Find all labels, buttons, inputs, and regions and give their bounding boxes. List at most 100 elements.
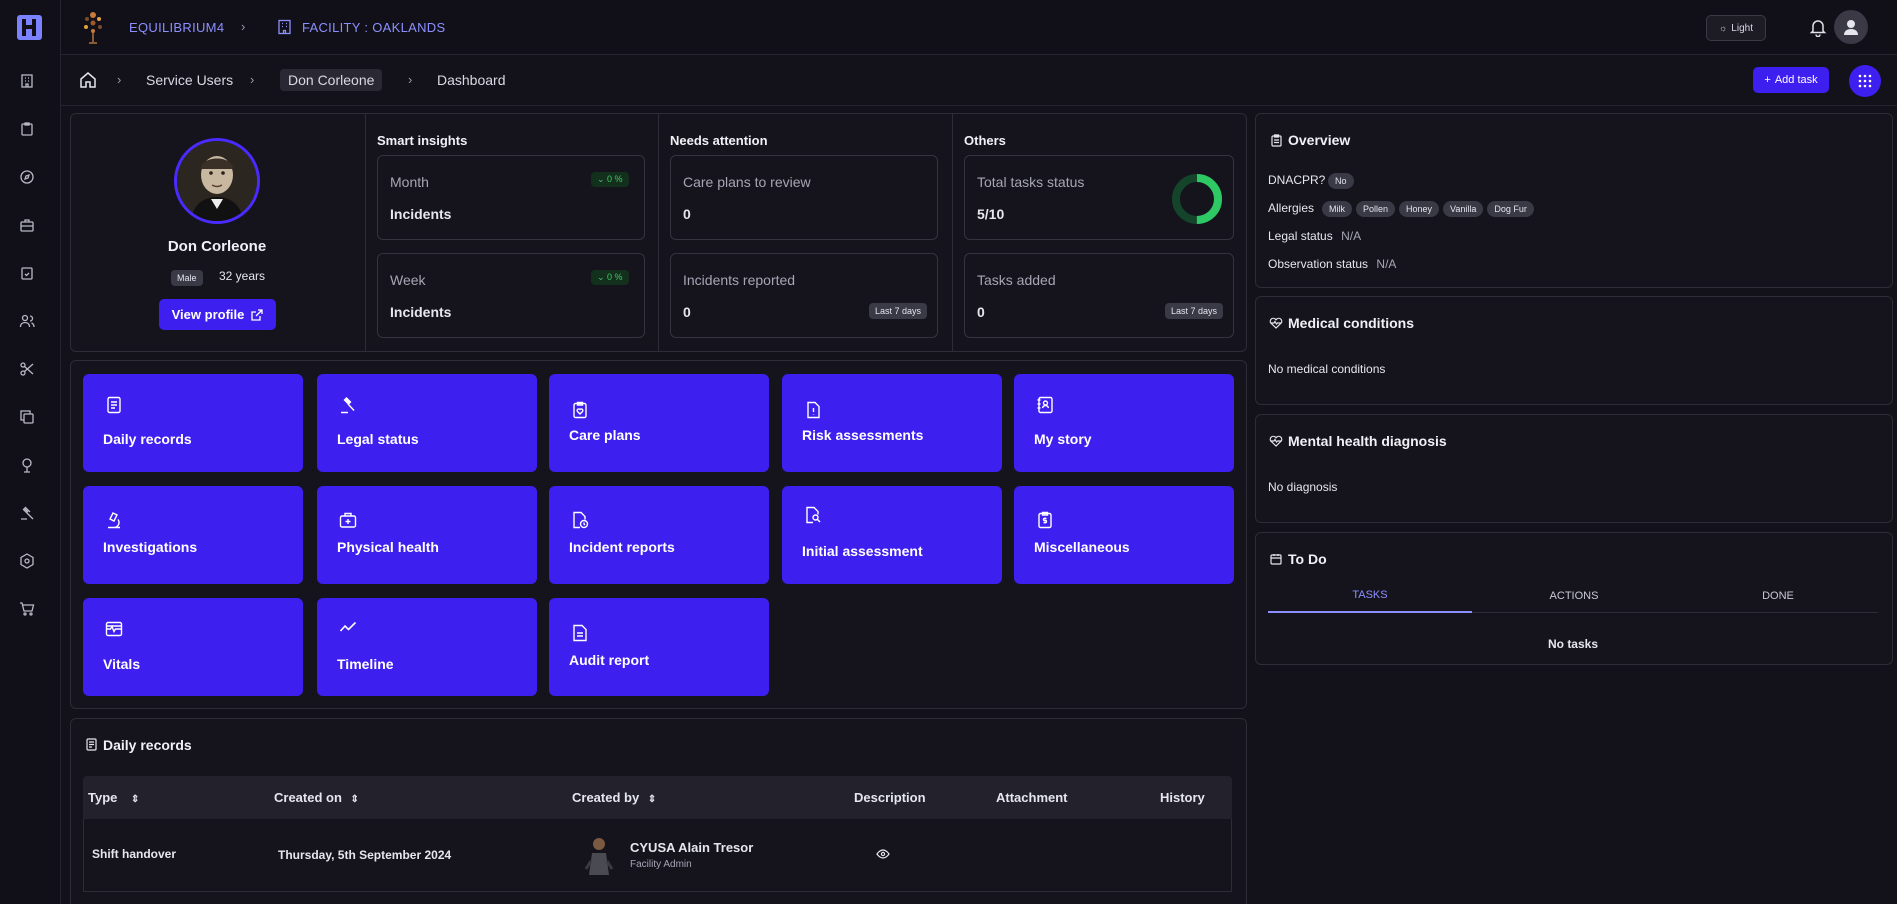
allergies-label: Allergies bbox=[1268, 201, 1315, 215]
profile-age: 32 years bbox=[219, 269, 266, 283]
insight-period: Month bbox=[390, 174, 429, 190]
table-row[interactable]: Shift handover Thursday, 5th September 2… bbox=[83, 819, 1232, 892]
tab-actions[interactable]: ACTIONS bbox=[1472, 578, 1676, 613]
medical-conditions-title: Medical conditions bbox=[1288, 315, 1415, 331]
others-title: Others bbox=[964, 133, 1006, 148]
breadcrumb-service-user[interactable]: Don Corleone bbox=[280, 69, 383, 91]
users-icon[interactable] bbox=[19, 313, 35, 329]
card-value: 0 bbox=[977, 304, 985, 320]
tile-risk-assessments[interactable]: Risk assessments bbox=[782, 374, 1002, 472]
gavel-icon bbox=[341, 397, 355, 414]
briefcase-icon[interactable] bbox=[19, 217, 35, 233]
cart-icon[interactable] bbox=[19, 601, 35, 617]
tile-physical-health[interactable]: Physical health bbox=[317, 486, 537, 584]
tile-legal-status[interactable]: Legal status bbox=[317, 374, 537, 472]
tab-tasks[interactable]: TASKS bbox=[1268, 578, 1472, 613]
monitor-vitals-icon bbox=[105, 621, 123, 637]
file-text-icon bbox=[573, 624, 587, 642]
clipboard-icon[interactable] bbox=[19, 121, 35, 137]
overview-card: Overview DNACPR? No Allergies Milk Pollen… bbox=[1255, 113, 1893, 288]
profile-photo bbox=[174, 138, 260, 224]
dnacpr-value: No bbox=[1328, 173, 1354, 189]
organization-name[interactable]: EQUILIBRIUM4 bbox=[129, 20, 224, 35]
todo-card: To Do TASKS ACTIONS DONE No tasks bbox=[1255, 532, 1893, 665]
calendar-icon bbox=[1270, 554, 1282, 565]
building-icon bbox=[278, 19, 291, 35]
medical-empty-state: No medical conditions bbox=[1268, 362, 1386, 376]
daily-records-card: Daily records Type ⇕ Created on ⇕ Create… bbox=[70, 718, 1247, 904]
trend-line-icon bbox=[339, 621, 357, 632]
mental-empty-state: No diagnosis bbox=[1268, 480, 1338, 494]
tile-audit-report[interactable]: Audit report bbox=[549, 598, 769, 696]
column-label: Created on bbox=[274, 790, 342, 805]
incidents-reported-card[interactable]: Incidents reported 0 Last 7 days bbox=[670, 253, 938, 338]
tile-investigations[interactable]: Investigations bbox=[83, 486, 303, 584]
tile-vitals[interactable]: Vitals bbox=[83, 598, 303, 696]
tab-done[interactable]: DONE bbox=[1676, 578, 1880, 613]
tile-label: Daily records bbox=[103, 431, 192, 447]
tile-incident-reports[interactable]: Incident reports bbox=[549, 486, 769, 584]
heart-pulse-icon bbox=[1269, 317, 1283, 329]
tile-initial-assessment[interactable]: Initial assessment bbox=[782, 486, 1002, 584]
care-plans-review-card[interactable]: Care plans to review 0 bbox=[670, 155, 938, 240]
building-icon[interactable] bbox=[19, 73, 35, 89]
tile-label: Timeline bbox=[337, 656, 394, 672]
column-header-created-by[interactable]: Created by ⇕ bbox=[572, 790, 656, 805]
tile-timeline[interactable]: Timeline bbox=[317, 598, 537, 696]
microscope-icon bbox=[108, 512, 120, 529]
tile-label: Physical health bbox=[337, 539, 439, 555]
sort-icon: ⇕ bbox=[350, 794, 359, 805]
theme-toggle-label: Light bbox=[1731, 22, 1753, 34]
tile-label: My story bbox=[1034, 431, 1092, 447]
tile-my-story[interactable]: My story bbox=[1014, 374, 1234, 472]
smart-insights-title: Smart insights bbox=[377, 133, 468, 148]
insight-card-week[interactable]: Week Incidents ⌄ 0 % bbox=[377, 253, 645, 338]
plus-icon: + bbox=[1764, 74, 1771, 86]
breadcrumb-service-users[interactable]: Service Users bbox=[146, 72, 233, 88]
apps-grid-button[interactable] bbox=[1849, 65, 1881, 97]
column-label: Type bbox=[88, 790, 118, 805]
chevron-right-icon: › bbox=[408, 72, 413, 87]
chevron-right-icon: › bbox=[117, 72, 122, 87]
user-avatar-button[interactable] bbox=[1834, 10, 1868, 44]
change-value: 0 % bbox=[607, 272, 623, 282]
add-task-label: Add task bbox=[1774, 74, 1818, 86]
allergy-chip: Milk bbox=[1322, 201, 1352, 217]
file-clock-icon bbox=[573, 511, 589, 529]
gavel-icon[interactable] bbox=[19, 505, 35, 521]
change-badge: ⌄ 0 % bbox=[591, 270, 629, 285]
tile-miscellaneous[interactable]: Miscellaneous bbox=[1014, 486, 1234, 584]
tile-daily-records[interactable]: Daily records bbox=[83, 374, 303, 472]
total-tasks-card[interactable]: Total tasks status 5/10 bbox=[964, 155, 1234, 240]
clipboard-dollar-icon bbox=[1038, 511, 1052, 529]
clipboard-check-icon[interactable] bbox=[19, 265, 35, 281]
insight-card-month[interactable]: Month Incidents ⌄ 0 % bbox=[377, 155, 645, 240]
table-header: Type ⇕ Created on ⇕ Created by ⇕ Descrip… bbox=[83, 776, 1232, 819]
view-profile-button[interactable]: View profile bbox=[159, 299, 276, 330]
creator-avatar bbox=[584, 838, 614, 875]
book-user-icon bbox=[1037, 396, 1053, 414]
scissors-icon[interactable] bbox=[19, 361, 35, 377]
theme-toggle-button[interactable]: ☼ Light bbox=[1706, 15, 1766, 41]
home-icon[interactable] bbox=[79, 71, 97, 89]
bell-icon[interactable] bbox=[1808, 17, 1828, 37]
compass-icon[interactable] bbox=[19, 169, 35, 185]
app-logo-icon[interactable] bbox=[17, 15, 42, 40]
card-label: Care plans to review bbox=[683, 174, 811, 190]
tasks-added-card[interactable]: Tasks added 0 Last 7 days bbox=[964, 253, 1234, 338]
chevron-right-icon: › bbox=[241, 19, 246, 34]
add-task-button[interactable]: + Add task bbox=[1753, 67, 1829, 93]
column-header-created-on[interactable]: Created on ⇕ bbox=[274, 790, 359, 805]
clipboard-icon bbox=[1271, 134, 1282, 147]
shield-icon[interactable] bbox=[19, 553, 35, 569]
mental-health-title: Mental health diagnosis bbox=[1288, 433, 1447, 449]
tile-care-plans[interactable]: Care plans bbox=[549, 374, 769, 472]
cell-creator-role: Facility Admin bbox=[630, 859, 692, 870]
column-header-type[interactable]: Type ⇕ bbox=[88, 790, 139, 805]
eye-icon[interactable] bbox=[876, 849, 890, 859]
copy-icon[interactable] bbox=[19, 409, 35, 425]
column-header-description: Description bbox=[854, 790, 926, 805]
breadcrumb: › Service Users › Don Corleone › Dashboa… bbox=[61, 55, 1897, 106]
tree-icon[interactable] bbox=[19, 457, 35, 473]
facility-name[interactable]: FACILITY : OAKLANDS bbox=[302, 20, 445, 35]
